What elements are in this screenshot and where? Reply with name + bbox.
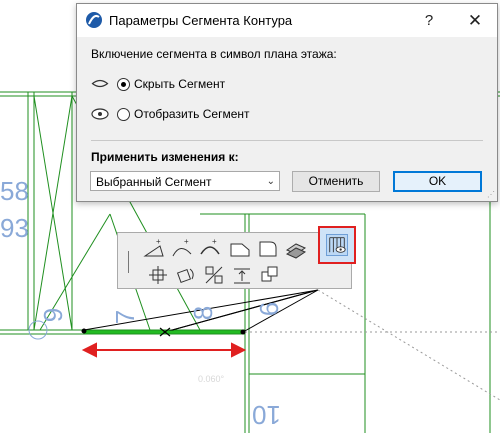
chevron-down-icon: ⌄ xyxy=(266,176,275,187)
dimension-text-9: 9 xyxy=(38,307,69,323)
apply-changes-label: Применить изменения к: xyxy=(91,150,239,164)
apply-target-select[interactable]: Выбранный Сегмент ⌄ xyxy=(90,171,280,191)
fillet-icon[interactable] xyxy=(256,236,280,260)
apply-target-value: Выбранный Сегмент xyxy=(96,175,212,189)
dimension-text-10: 10 xyxy=(252,400,281,430)
svg-text:+: + xyxy=(184,237,189,246)
cancel-button[interactable]: Отменить xyxy=(292,171,380,192)
dialog-titlebar[interactable]: Параметры Сегмента Контура ? ✕ xyxy=(77,4,497,37)
dimension-text-6: 6 xyxy=(254,301,285,317)
archicad-app-icon xyxy=(86,12,102,28)
dimension-text-93: 93 xyxy=(0,213,29,243)
svg-text:+: + xyxy=(212,237,217,246)
faded-angle-text: 0.060° xyxy=(198,374,225,384)
segment-settings-dialog: Параметры Сегмента Контура ? ✕ Включение… xyxy=(76,3,498,202)
dimension-text-58: 58 xyxy=(0,176,29,206)
help-button[interactable]: ? xyxy=(407,4,451,37)
segment-visibility-tool[interactable] xyxy=(318,226,356,264)
dialog-divider xyxy=(91,140,483,141)
section-label: Включение сегмента в символ плана этажа: xyxy=(91,47,337,61)
show-segment-option[interactable]: Отобразить Сегмент xyxy=(117,106,250,122)
hide-segment-radio[interactable] xyxy=(117,77,130,91)
eye-open-icon xyxy=(91,108,109,120)
offset-all-icon[interactable] xyxy=(284,236,308,260)
resize-grip-icon[interactable]: ⋰ xyxy=(487,190,495,199)
curve-node-icon[interactable]: + xyxy=(198,236,222,260)
svg-text:+: + xyxy=(156,237,161,246)
eye-closed-icon xyxy=(91,79,109,88)
pet-palette: + + + xyxy=(117,232,352,289)
offset-edge-icon[interactable] xyxy=(228,236,252,260)
add-node-icon[interactable]: + xyxy=(142,236,166,260)
dialog-title: Параметры Сегмента Контура xyxy=(109,13,293,28)
palette-divider xyxy=(128,251,129,273)
show-segment-label: Отобразить Сегмент xyxy=(134,107,250,121)
ok-button[interactable]: OK xyxy=(393,171,482,192)
elevate-icon[interactable] xyxy=(230,263,254,287)
hide-segment-label: Скрыть Сегмент xyxy=(134,77,226,91)
hide-segment-option[interactable]: Скрыть Сегмент xyxy=(117,76,225,92)
arc-node-icon[interactable]: + xyxy=(170,236,194,260)
segment-visibility-icon xyxy=(326,234,348,256)
move-icon[interactable] xyxy=(146,263,170,287)
dimension-text-8: 8 xyxy=(188,305,219,321)
mirror-icon[interactable] xyxy=(202,263,226,287)
multiply-icon[interactable] xyxy=(258,263,282,287)
rotate-icon[interactable] xyxy=(174,263,198,287)
dimension-text-7: 7 xyxy=(110,309,141,325)
show-segment-radio[interactable] xyxy=(117,107,130,121)
close-button[interactable]: ✕ xyxy=(453,4,497,37)
